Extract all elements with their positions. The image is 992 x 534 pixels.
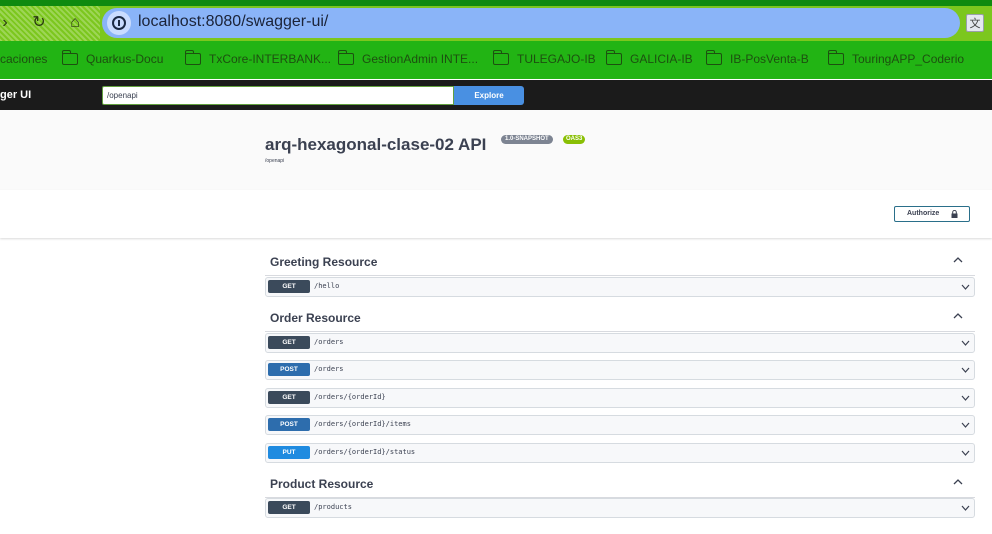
lock-icon: [951, 210, 958, 218]
bookmark-item[interactable]: TULEGAJO-IB: [492, 50, 596, 66]
operation-get-order-by-id[interactable]: GET /orders/{orderId}: [265, 388, 975, 408]
folder-icon: [184, 50, 201, 65]
chevron-down-icon: [961, 340, 970, 346]
method-badge: GET: [268, 280, 310, 293]
tag-product-resource[interactable]: Product Resource: [265, 470, 975, 498]
bookmark-item[interactable]: Quarkus-Docu: [61, 50, 163, 66]
bookmark-item[interactable]: TxCore-INTERBANK...: [184, 50, 331, 66]
folder-icon: [492, 50, 509, 65]
version-badge: 1.0-SNAPSHOT: [501, 135, 553, 144]
folder-icon: [827, 50, 844, 65]
translate-icon[interactable]: 文: [966, 14, 984, 32]
chevron-up-icon: [953, 479, 963, 485]
operation-path: /orders/{orderId}: [314, 393, 386, 401]
swagger-brand[interactable]: ger UI: [0, 89, 31, 101]
chevron-up-icon: [953, 313, 963, 319]
chevron-down-icon: [961, 395, 970, 401]
bookmark-item[interactable]: GALICIA-IB: [605, 50, 693, 66]
operation-path: /orders/{orderId}/status: [314, 448, 416, 456]
chevron-up-icon: [953, 257, 963, 263]
info-section: [0, 110, 992, 190]
method-badge: PUT: [268, 446, 310, 459]
folder-icon: [605, 50, 622, 65]
chevron-down-icon: [961, 505, 970, 511]
bookmark-item[interactable]: IB-PosVenta-B: [705, 50, 809, 66]
operation-path: /products: [314, 503, 352, 511]
tag-title: Product Resource: [270, 477, 374, 491]
api-title: arq-hexagonal-clase-02 API: [265, 135, 487, 154]
url-text[interactable]: localhost:8080/swagger-ui/: [138, 13, 328, 31]
folder-icon: [61, 50, 78, 65]
forward-icon[interactable]: ›: [0, 14, 14, 32]
method-badge: GET: [268, 501, 310, 514]
reload-icon[interactable]: ↻: [30, 14, 48, 32]
folder-icon: [337, 50, 354, 65]
oas-badge: OAS3: [563, 135, 586, 144]
authorize-button[interactable]: Authorize: [894, 206, 970, 222]
operation-get-hello[interactable]: GET /hello: [265, 277, 975, 297]
folder-icon: [705, 50, 722, 65]
bookmark-item[interactable]: GestionAdmin INTE...: [337, 50, 478, 66]
bookmark-item[interactable]: TouringAPP_Coderio: [827, 50, 964, 66]
operation-post-order-items[interactable]: POST /orders/{orderId}/items: [265, 415, 975, 435]
tag-title: Order Resource: [270, 311, 361, 325]
spec-link[interactable]: /openapi: [265, 158, 284, 164]
home-icon[interactable]: ⌂: [66, 14, 84, 32]
operation-get-products[interactable]: GET /products: [265, 498, 975, 518]
site-info-icon[interactable]: [107, 11, 131, 35]
tag-order-resource[interactable]: Order Resource: [265, 304, 975, 332]
operation-path: /orders/{orderId}/items: [314, 420, 411, 428]
chevron-down-icon: [961, 284, 970, 290]
operation-post-orders[interactable]: POST /orders: [265, 360, 975, 380]
chevron-down-icon: [961, 450, 970, 456]
tag-title: Greeting Resource: [270, 255, 378, 269]
chevron-down-icon: [961, 367, 970, 373]
operation-get-orders[interactable]: GET /orders: [265, 333, 975, 353]
operation-path: /hello: [314, 282, 340, 290]
scheme-container: [0, 190, 992, 238]
method-badge: POST: [268, 363, 310, 376]
tag-greeting-resource[interactable]: Greeting Resource: [265, 248, 975, 276]
spec-url-input[interactable]: /openapi: [102, 86, 454, 105]
method-badge: GET: [268, 336, 310, 349]
operation-path: /orders: [314, 365, 344, 373]
nav-buttons-area: [0, 6, 100, 41]
authorize-label: Authorize: [907, 210, 940, 217]
bookmark-item[interactable]: caciones: [0, 52, 47, 66]
method-badge: GET: [268, 391, 310, 404]
method-badge: POST: [268, 418, 310, 431]
operation-put-order-status[interactable]: PUT /orders/{orderId}/status: [265, 443, 975, 463]
operation-path: /orders: [314, 338, 344, 346]
chevron-down-icon: [961, 422, 970, 428]
explore-button[interactable]: Explore: [454, 86, 524, 105]
